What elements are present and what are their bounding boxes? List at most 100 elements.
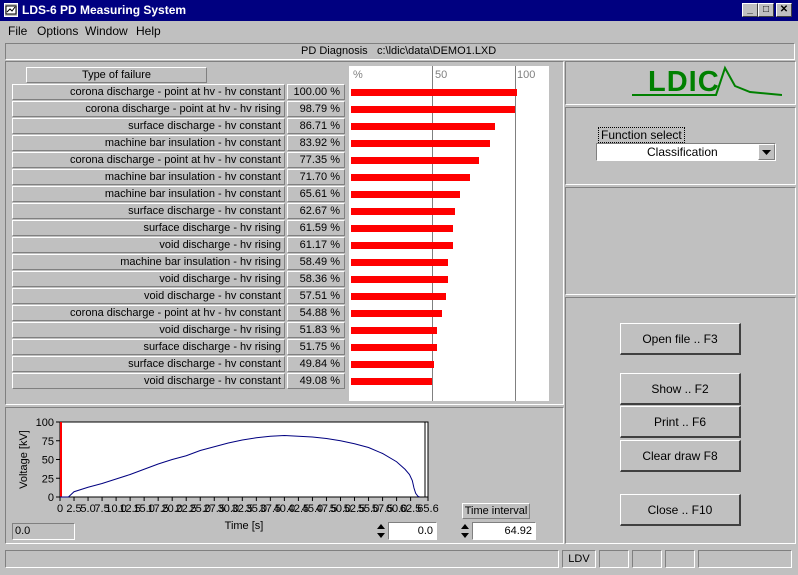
- failure-percent: 62.67 %: [287, 203, 345, 219]
- status-cell-6: [698, 550, 792, 568]
- failure-percent: 61.59 %: [287, 220, 345, 236]
- failure-percent: 57.51 %: [287, 288, 345, 304]
- failure-bar: [351, 106, 515, 113]
- menu-options[interactable]: Options: [37, 24, 78, 38]
- x-tick-label: 5.0: [80, 503, 95, 515]
- failure-bar: [351, 174, 471, 181]
- start-time-field[interactable]: 0.0: [388, 522, 437, 540]
- failure-type-label: machine bar insulation - hv constant: [12, 135, 285, 151]
- ldic-logo: LDIC: [632, 64, 782, 104]
- gridline-100: [515, 66, 516, 401]
- failure-type-label: machine bar insulation - hv rising: [12, 254, 285, 270]
- failure-bar: [351, 293, 447, 300]
- failure-percent: 51.75 %: [287, 339, 345, 355]
- failure-percent: 65.61 %: [287, 186, 345, 202]
- time-interval-spinner[interactable]: 64.92: [461, 522, 536, 540]
- failure-type-label: void discharge - hv rising: [12, 271, 285, 287]
- clear-draw-button[interactable]: Clear draw F8: [620, 440, 741, 472]
- failure-type-label: void discharge - hv constant: [12, 288, 285, 304]
- failure-bar: [351, 157, 480, 164]
- failure-percent: 77.35 %: [287, 152, 345, 168]
- menu-file[interactable]: File: [8, 24, 27, 38]
- chevron-down-icon: [762, 150, 771, 155]
- failure-type-label: machine bar insulation - hv constant: [12, 169, 285, 185]
- type-of-failure-header[interactable]: Type of failure: [26, 67, 207, 83]
- status-cell-ldv: LDV: [562, 550, 596, 568]
- time-interval-field[interactable]: 64.92: [472, 522, 536, 540]
- failure-type-label: surface discharge - hv constant: [12, 203, 285, 219]
- failure-type-label: corona discharge - point at hv - hv cons…: [12, 305, 285, 321]
- diagnosis-label: PD Diagnosis: [301, 45, 368, 57]
- x-tick-label: 65.6: [417, 503, 438, 515]
- failure-percent: 58.36 %: [287, 271, 345, 287]
- function-select-value: Classification: [647, 145, 718, 159]
- menu-help[interactable]: Help: [136, 24, 161, 38]
- plot-area: [59, 421, 429, 498]
- failure-bar: [351, 259, 449, 266]
- failure-bar: [351, 191, 460, 198]
- status-cell-main: [5, 550, 559, 568]
- failure-bar: [351, 208, 456, 215]
- scale-label-50: 50: [435, 69, 448, 81]
- logo-curve-icon: [632, 65, 782, 96]
- failure-bar: [351, 89, 517, 96]
- y-tick-label: 75: [42, 436, 54, 448]
- scale-label-pct: %: [353, 69, 363, 81]
- close-button[interactable]: Close .. F10: [620, 494, 741, 526]
- failure-type-label: void discharge - hv constant: [12, 373, 285, 389]
- failure-bar: [351, 140, 491, 147]
- failure-type-label: surface discharge - hv constant: [12, 356, 285, 372]
- failure-percent: 83.92 %: [287, 135, 345, 151]
- failure-percent: 100.00 %: [287, 84, 345, 100]
- y-tick-label: 0: [48, 492, 54, 504]
- failure-percent: 86.71 %: [287, 118, 345, 134]
- failure-bar: [351, 344, 437, 351]
- scale-label-100: 100: [517, 69, 536, 81]
- failure-percent: 51.83 %: [287, 322, 345, 338]
- failure-type-label: surface discharge - hv constant: [12, 118, 285, 134]
- failure-bar: [351, 327, 438, 334]
- x-tick-label: 0: [57, 503, 63, 515]
- failure-type-label: corona discharge - point at hv - hv cons…: [12, 152, 285, 168]
- diagnosis-header: PD Diagnosis c:\ldic\data\DEMO1.LXD: [5, 43, 795, 60]
- failure-percent: 71.70 %: [287, 169, 345, 185]
- spin-arrows-icon[interactable]: [461, 523, 469, 539]
- failure-bar: [351, 225, 454, 232]
- failure-percent: 61.17 %: [287, 237, 345, 253]
- failure-type-label: corona discharge - point at hv - hv risi…: [12, 101, 285, 117]
- failure-percent: 49.08 %: [287, 373, 345, 389]
- spin-arrows-icon[interactable]: [377, 523, 385, 539]
- y-tick-label: 50: [42, 455, 54, 467]
- status-cell-5: [665, 550, 695, 568]
- show-button[interactable]: Show .. F2: [620, 373, 741, 405]
- y-tick-label: 25: [42, 473, 54, 485]
- function-select-dropdown[interactable]: Classification: [596, 143, 776, 161]
- failure-bar: [351, 361, 434, 368]
- failure-type-label: surface discharge - hv rising: [12, 339, 285, 355]
- menu-window[interactable]: Window: [85, 24, 128, 38]
- status-cell-4: [632, 550, 662, 568]
- y-axis-label: Voltage [kV]: [18, 430, 30, 489]
- function-select-label: Function select: [598, 127, 685, 143]
- failure-bar: [351, 276, 448, 283]
- failure-bar: [351, 123, 495, 130]
- close-window-button[interactable]: ✕: [776, 3, 792, 17]
- failure-percent: 58.49 %: [287, 254, 345, 270]
- maximize-button[interactable]: □: [758, 3, 774, 17]
- voltage-chart: 02550751000 2.55.07.510.012.515.017.520.0…: [18, 417, 439, 532]
- status-cell-3: [599, 550, 629, 568]
- failure-percent: 54.88 %: [287, 305, 345, 321]
- minimize-button[interactable]: _: [742, 3, 758, 17]
- failure-type-label: void discharge - hv rising: [12, 237, 285, 253]
- failure-type-label: machine bar insulation - hv constant: [12, 186, 285, 202]
- failure-bar: [351, 378, 433, 385]
- time-interval-label: Time interval: [462, 503, 530, 519]
- failure-percent: 49.84 %: [287, 356, 345, 372]
- dropdown-arrow-button[interactable]: [758, 144, 775, 160]
- app-icon[interactable]: [4, 3, 18, 17]
- x-tick-label: 2.5: [66, 503, 81, 515]
- start-time-spinner[interactable]: 0.0: [377, 522, 437, 540]
- open-file-button[interactable]: Open file .. F3: [620, 323, 741, 355]
- print-button[interactable]: Print .. F6: [620, 406, 741, 438]
- y-tick-label: 100: [36, 417, 54, 429]
